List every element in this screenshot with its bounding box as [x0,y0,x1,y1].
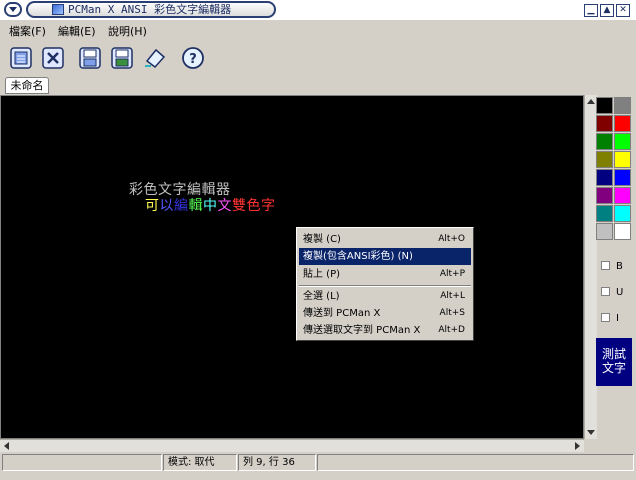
title-pill: PCMan X ANSI 彩色文字編輯器 [26,1,276,18]
status-bar: 模式: 取代 列 9, 行 36 [0,452,636,472]
editor-colored-char: 以 [159,198,174,214]
status-cell-blank [317,454,634,471]
color-swatch[interactable] [614,133,631,150]
context-menu-item-label: 傳送到 PCMan X [303,308,381,319]
color-swatch[interactable] [614,187,631,204]
window-title: PCMan X ANSI 彩色文字編輯器 [68,3,232,16]
close-window-button[interactable]: ✕ [616,4,630,17]
color-swatch[interactable] [596,97,613,114]
horizontal-scrollbar[interactable] [0,439,584,452]
editor-text-line-2: 可以編輯中文雙色字 [145,195,276,215]
color-swatch[interactable] [596,205,613,222]
italic-label: I [616,313,619,324]
maximize-button[interactable]: ▲ [600,4,614,17]
save-button[interactable] [77,45,103,71]
editor-colored-char: 輯 [188,198,203,214]
color-swatch[interactable] [596,169,613,186]
test-text-label: 測試文字 [601,347,626,375]
context-menu-item-label: 傳送選取文字到 PCMan X [303,325,421,336]
checkbox-box[interactable] [601,261,610,270]
color-swatch[interactable] [614,205,631,222]
editor-colored-char: 色 [246,198,261,214]
new-file-icon [10,47,32,69]
test-text-button[interactable]: 測試文字 [596,338,632,386]
underline-label: U [616,287,624,298]
editor-canvas[interactable]: 彩色文字編輯器 可以編輯中文雙色字 [0,95,584,439]
context-menu-item-shortcut: Alt+D [438,325,465,335]
context-menu-item-shortcut: Alt+L [440,291,465,301]
context-menu: 複製 (C) Alt+O 複製(包含ANSI彩色) (N) 貼上 (P) Alt… [296,227,474,341]
scroll-right-icon[interactable] [575,442,580,450]
context-menu-item-label: 複製(包含ANSI彩色) (N) [303,251,413,262]
status-cell-empty [2,454,162,471]
scroll-left-icon[interactable] [4,442,9,450]
context-menu-item-shortcut: Alt+P [439,269,465,279]
color-swatch[interactable] [614,151,631,168]
context-menu-item-send-selection[interactable]: 傳送選取文字到 PCMan X Alt+D [299,322,471,339]
menu-bar: 檔案(F) 編輯(E) 說明(H) [0,20,636,40]
color-swatch[interactable] [596,187,613,204]
status-cursor-position: 列 9, 行 36 [238,454,316,471]
help-button[interactable]: ? [180,45,206,71]
close-icon [42,47,64,69]
save-as-icon [111,47,133,69]
context-menu-item-send[interactable]: 傳送到 PCMan X Alt+S [299,305,471,322]
editor-colored-char: 雙 [232,198,247,214]
tab-untitled[interactable]: 未命名 [5,77,49,94]
save-icon [79,47,101,69]
color-swatch[interactable] [614,97,631,114]
editor-colored-char: 文 [217,198,232,214]
save-as-button[interactable] [109,45,135,71]
close-file-button[interactable] [40,45,66,71]
chevron-down-icon [9,7,17,12]
new-file-button[interactable] [8,45,34,71]
color-swatch[interactable] [596,115,613,132]
context-menu-item-copy-ansi[interactable]: 複製(包含ANSI彩色) (N) [299,248,471,265]
eraser-button[interactable] [142,45,168,71]
status-mode: 模式: 取代 [163,454,237,471]
bold-label: B [616,261,623,272]
menu-edit[interactable]: 編輯(E) [58,23,96,39]
menu-file[interactable]: 檔案(F) [9,23,46,39]
toolbar: ? [0,41,636,74]
color-swatch[interactable] [596,223,613,240]
context-menu-item-shortcut: Alt+S [439,308,465,318]
menu-help[interactable]: 說明(H) [108,23,147,39]
color-swatch[interactable] [614,169,631,186]
context-menu-separator [299,285,471,287]
italic-checkbox[interactable]: I [601,313,619,324]
context-menu-item-label: 全選 (L) [303,291,340,302]
color-swatch[interactable] [614,115,631,132]
context-menu-item-shortcut: Alt+O [438,234,465,244]
title-bar: PCMan X ANSI 彩色文字編輯器 ▁ ▲ ✕ [0,0,636,20]
context-menu-item-select-all[interactable]: 全選 (L) Alt+L [299,288,471,305]
help-icon: ? [182,47,204,69]
color-swatch[interactable] [614,223,631,240]
editor-colored-char: 字 [261,198,276,214]
minimize-button[interactable]: ▁ [584,4,598,17]
scroll-down-icon[interactable] [587,430,595,435]
context-menu-item-label: 貼上 (P) [303,269,341,280]
color-swatch[interactable] [596,133,613,150]
editor-colored-char: 可 [145,198,160,214]
app-icon [52,4,64,15]
bold-checkbox[interactable]: B [601,261,623,272]
context-menu-item-paste[interactable]: 貼上 (P) Alt+P [299,266,471,283]
system-menu-button[interactable] [4,2,22,17]
eraser-icon [145,48,166,69]
editor-colored-char: 中 [203,198,218,214]
underline-checkbox[interactable]: U [601,287,623,298]
context-menu-item-copy[interactable]: 複製 (C) Alt+O [299,231,471,248]
scroll-up-icon[interactable] [587,99,595,104]
context-menu-item-label: 複製 (C) [303,234,341,245]
editor-colored-char: 編 [174,198,189,214]
checkbox-box[interactable] [601,313,610,322]
checkbox-box[interactable] [601,287,610,296]
color-swatch[interactable] [596,151,613,168]
svg-text:?: ? [189,52,197,67]
